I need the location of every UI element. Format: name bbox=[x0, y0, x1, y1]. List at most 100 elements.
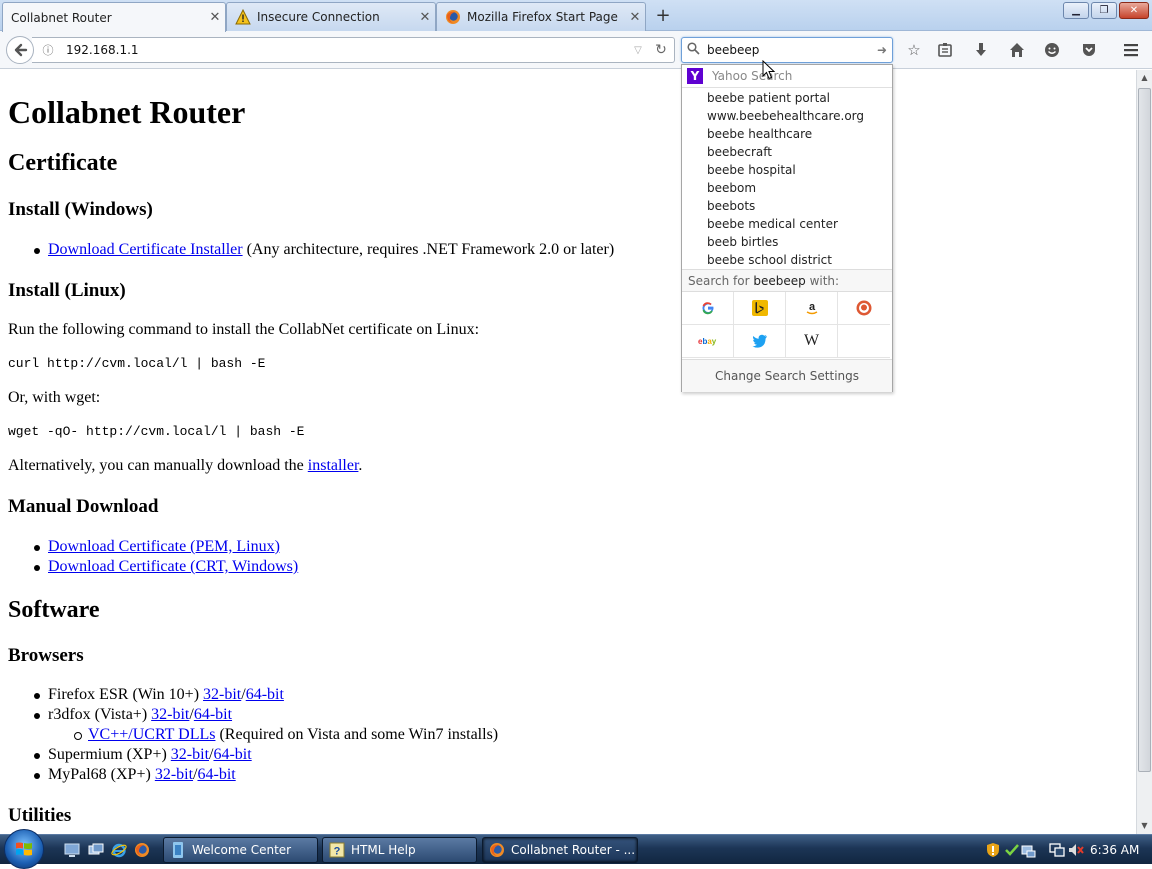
suggestion-item[interactable]: beebots bbox=[682, 197, 892, 215]
back-button[interactable] bbox=[6, 36, 34, 64]
scroll-thumb[interactable] bbox=[1138, 88, 1151, 772]
volume-muted-icon[interactable] bbox=[1068, 842, 1084, 858]
url-text[interactable]: 192.168.1.1 bbox=[58, 43, 628, 57]
link-64bit[interactable]: 64-bit bbox=[213, 746, 251, 763]
download-pem-link[interactable]: Download Certificate (PEM, Linux) bbox=[48, 538, 280, 555]
info-icon[interactable]: ⓘ bbox=[38, 42, 58, 58]
vc-dlls-link[interactable]: VC++/UCRT DLLs bbox=[88, 726, 215, 743]
close-icon[interactable]: ✕ bbox=[415, 10, 435, 25]
tab-title: Insecure Connection bbox=[257, 10, 380, 24]
chevron-down-icon[interactable]: ▽ bbox=[628, 45, 648, 56]
one-off-engines: a ebay W bbox=[682, 291, 892, 358]
linux-intro: Run the following command to install the… bbox=[8, 321, 480, 338]
bookmark-star-icon[interactable]: ☆ bbox=[903, 39, 925, 61]
vc-note: (Required on Vista and some Win7 install… bbox=[215, 726, 499, 743]
browser-name: MyPal68 (XP+) bbox=[48, 766, 155, 783]
list-item: VC++/UCRT DLLs (Required on Vista and so… bbox=[72, 725, 498, 745]
network-tray-icon[interactable] bbox=[1021, 842, 1037, 858]
home-icon[interactable] bbox=[1006, 39, 1028, 61]
change-search-settings-button[interactable]: Change Search Settings bbox=[682, 359, 892, 392]
google-icon[interactable] bbox=[682, 292, 734, 325]
link-32bit[interactable]: 32-bit bbox=[171, 746, 209, 763]
manual-prefix: Alternatively, you can manually download… bbox=[8, 457, 308, 474]
suggestion-item[interactable]: beebe school district bbox=[682, 251, 892, 269]
show-desktop-icon[interactable] bbox=[64, 842, 80, 858]
link-64bit[interactable]: 64-bit bbox=[197, 766, 235, 783]
amazon-icon[interactable]: a bbox=[786, 292, 838, 325]
search-input[interactable]: beebeep bbox=[704, 43, 872, 57]
svg-text:ebay: ebay bbox=[698, 337, 717, 346]
suggestion-item[interactable]: www.beebehealthcare.org bbox=[682, 107, 892, 125]
windows-logo-icon bbox=[16, 842, 32, 856]
firefox-icon bbox=[489, 842, 505, 858]
task-collabnet-router[interactable]: Collabnet Router - ... bbox=[482, 837, 638, 863]
hamburger-menu-icon[interactable] bbox=[1120, 39, 1142, 61]
close-window-button[interactable]: ✕ bbox=[1119, 2, 1149, 19]
tab-insecure-connection[interactable]: Insecure Connection ✕ bbox=[226, 2, 436, 31]
task-html-help[interactable]: ? HTML Help bbox=[322, 837, 477, 863]
list-item: MyPal68 (XP+) 32-bit/64-bit bbox=[32, 765, 252, 785]
task-label: HTML Help bbox=[351, 843, 416, 857]
pocket-icon[interactable] bbox=[1078, 39, 1100, 61]
current-engine-row[interactable]: Y Yahoo Search bbox=[682, 65, 892, 88]
display-tray-icon[interactable] bbox=[1049, 842, 1065, 858]
tab-collabnet-router[interactable]: Collabnet Router ✕ bbox=[2, 2, 226, 32]
suggestion-item[interactable]: beebe hospital bbox=[682, 161, 892, 179]
link-32bit[interactable]: 32-bit bbox=[151, 706, 189, 723]
download-crt-link[interactable]: Download Certificate (CRT, Windows) bbox=[48, 558, 298, 575]
task-welcome-center[interactable]: Welcome Center bbox=[163, 837, 318, 863]
close-icon[interactable]: ✕ bbox=[205, 10, 225, 25]
scroll-up-arrow[interactable]: ▲ bbox=[1137, 70, 1152, 86]
suggestion-item[interactable]: beeb birtles bbox=[682, 233, 892, 251]
security-shield-icon[interactable] bbox=[985, 842, 1001, 858]
start-button[interactable] bbox=[4, 829, 44, 869]
link-64bit[interactable]: 64-bit bbox=[194, 706, 232, 723]
certificate-heading: Certificate bbox=[8, 150, 118, 176]
vertical-scrollbar[interactable]: ▲ ▼ bbox=[1136, 70, 1152, 834]
ebay-icon[interactable]: ebay bbox=[682, 325, 734, 358]
link-32bit[interactable]: 32-bit bbox=[155, 766, 193, 783]
twitter-icon[interactable] bbox=[734, 325, 786, 358]
switch-windows-icon[interactable] bbox=[88, 842, 104, 858]
installer-link[interactable]: installer bbox=[308, 457, 359, 474]
bing-icon[interactable] bbox=[734, 292, 786, 325]
hello-chat-icon[interactable] bbox=[1041, 39, 1063, 61]
suggestion-item[interactable]: beebe patient portal bbox=[682, 89, 892, 107]
search-for-query: beebeep bbox=[753, 274, 806, 288]
suggestion-item[interactable]: beebom bbox=[682, 179, 892, 197]
firefox-icon[interactable] bbox=[134, 842, 150, 858]
minimize-button[interactable]: ▁ bbox=[1063, 2, 1089, 19]
close-icon[interactable]: ✕ bbox=[625, 10, 645, 25]
download-icon[interactable] bbox=[970, 39, 992, 61]
reading-list-icon[interactable] bbox=[934, 39, 956, 61]
search-bar[interactable]: beebeep ➜ bbox=[681, 37, 893, 63]
browsers-heading: Browsers bbox=[8, 645, 84, 666]
url-bar[interactable]: ⓘ 192.168.1.1 ▽ ↻ bbox=[32, 37, 675, 63]
scroll-down-arrow[interactable]: ▼ bbox=[1137, 818, 1152, 834]
suggestion-item[interactable]: beebe medical center bbox=[682, 215, 892, 233]
wikipedia-icon[interactable]: W bbox=[786, 325, 838, 358]
reload-icon[interactable]: ↻ bbox=[648, 42, 674, 58]
clock[interactable]: 6:36 AM bbox=[1090, 843, 1139, 857]
firefox-icon bbox=[445, 9, 461, 25]
suggestion-item[interactable]: beebecraft bbox=[682, 143, 892, 161]
search-icon bbox=[682, 41, 704, 59]
link-64bit[interactable]: 64-bit bbox=[246, 686, 284, 703]
curl-command: curl http://cvm.local/l | bash -E bbox=[8, 356, 266, 371]
suggestion-item[interactable]: beebe healthcare bbox=[682, 125, 892, 143]
browser-name: r3dfox (Vista+) bbox=[48, 706, 152, 723]
new-tab-button[interactable]: + bbox=[652, 5, 674, 27]
update-check-icon[interactable] bbox=[1004, 842, 1020, 858]
download-installer-link[interactable]: Download Certificate Installer bbox=[48, 241, 243, 258]
link-32bit[interactable]: 32-bit bbox=[203, 686, 241, 703]
tab-firefox-start[interactable]: Mozilla Firefox Start Page ✕ bbox=[436, 2, 646, 31]
manual-download-heading: Manual Download bbox=[8, 496, 159, 517]
duckduckgo-icon[interactable] bbox=[838, 292, 890, 325]
internet-explorer-icon[interactable] bbox=[111, 842, 127, 858]
arrow-right-icon[interactable]: ➜ bbox=[872, 43, 892, 57]
maximize-button[interactable]: ❐ bbox=[1091, 2, 1117, 19]
wget-intro: Or, with wget: bbox=[8, 389, 101, 406]
list-item: Firefox ESR (Win 10+) 32-bit/64-bit bbox=[32, 685, 284, 705]
engine-name: Yahoo Search bbox=[712, 69, 793, 83]
browser-name: Supermium (XP+) bbox=[48, 746, 171, 763]
